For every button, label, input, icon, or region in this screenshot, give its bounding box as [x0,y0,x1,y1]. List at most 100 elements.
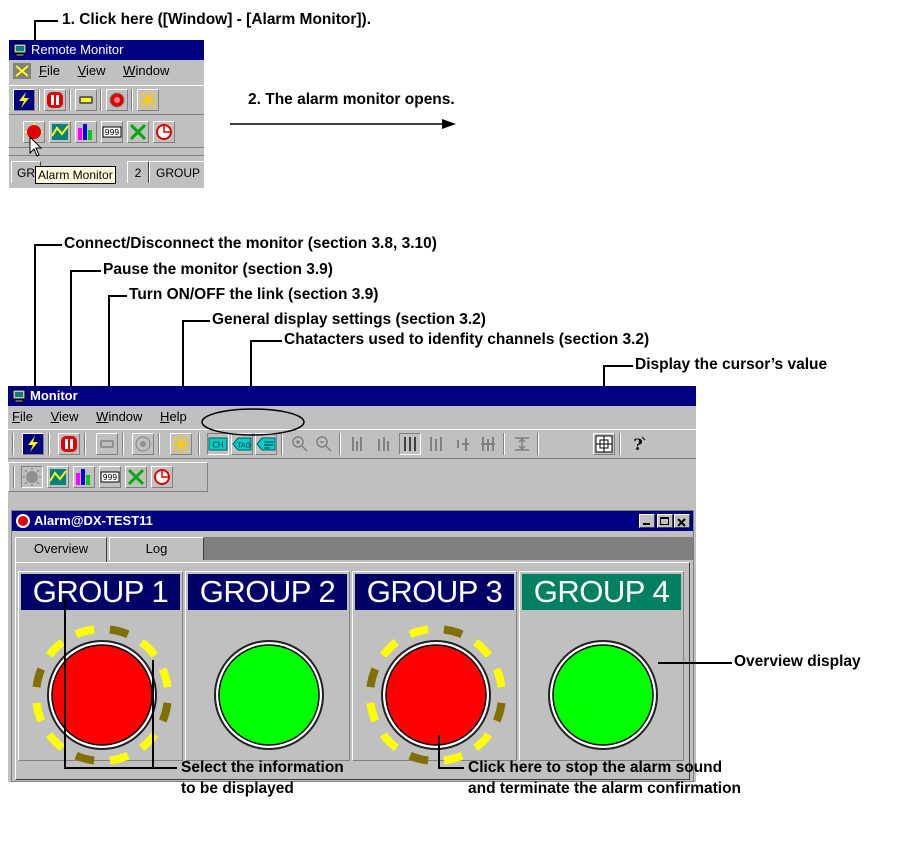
record-button[interactable] [132,433,154,455]
remote-monitor-titlebar: Remote Monitor [9,40,204,60]
trend-window-button[interactable] [47,466,69,488]
trend-icon-5 [457,438,469,451]
menu-file[interactable]: File [39,61,60,81]
sun-icon [172,435,190,453]
tab-overview[interactable]: Overview [15,537,107,562]
trend-icon-2 [378,437,389,451]
pause-button[interactable] [44,89,66,111]
remote-monitor-window: Remote Monitor File View Window 999 GR 2… [9,40,204,188]
toolbar-separator [158,433,160,455]
tab-group-2[interactable]: 2 [127,161,149,183]
trend-button-5[interactable] [451,433,473,455]
normal-lamp-icon[interactable] [528,620,678,770]
leader-line [34,244,62,246]
connect-button[interactable] [22,433,44,455]
alarm-lamp-icon[interactable] [27,620,177,770]
menu-view[interactable]: View [51,407,79,427]
toolbar-separator [84,433,86,455]
leader-line [152,660,154,768]
monitor-titlebar: Monitor [8,386,696,406]
close-button[interactable] [674,514,690,528]
annotation-select-line2: to be displayed [181,780,294,797]
help-icon: ? [633,435,646,454]
menu-file[interactable]: File [12,407,33,427]
maximize-button[interactable] [657,514,673,528]
leader-line [603,365,633,367]
group-cell[interactable]: GROUP 3 [352,571,517,765]
trend-button-6[interactable] [477,433,499,455]
group-cell[interactable]: GROUP 4 [519,571,684,761]
link-button[interactable] [75,89,97,111]
annotation-connect: Connect/Disconnect the monitor (section … [64,235,437,252]
alarm-lamp-icon[interactable] [361,620,511,770]
svg-text:999: 999 [105,128,120,137]
general-settings-button[interactable] [170,433,192,455]
toolbar-grip [13,466,15,488]
annotation-characters: Chatacters used to idenfity channels (se… [284,331,650,348]
alarm-monitor-button[interactable] [21,466,43,488]
circular-icon [154,469,170,485]
trend-button-2[interactable] [373,433,395,455]
toolbar-separator [339,433,341,455]
monitor-menubar: File View Window Help [8,407,696,427]
trend-button-3[interactable] [399,433,421,455]
tab-group-3[interactable]: GROUP [149,161,204,183]
circular-window-button[interactable] [153,121,175,143]
trend-icon [51,124,69,140]
trend-button-1[interactable] [347,433,369,455]
minimize-button[interactable] [639,514,655,528]
trend-window-button[interactable] [49,121,71,143]
bar-icon [76,469,90,485]
computer-icon [12,389,26,403]
overview-window-button[interactable] [125,466,147,488]
overview-window-button[interactable] [127,121,149,143]
annotation-link: Turn ON/OFF the link (section 3.9) [129,286,379,303]
trend-icon-3 [404,437,416,451]
menu-window[interactable]: Window [96,407,142,427]
group-cell[interactable]: GROUP 2 [185,571,350,761]
connect-button[interactable] [13,89,35,111]
cursor-value-button[interactable] [593,433,615,455]
general-settings-button[interactable] [137,89,159,111]
circular-window-button[interactable] [151,466,173,488]
overview-icon [127,468,145,486]
toolbar-separator [503,433,505,455]
toolbar-separator [537,433,539,455]
svg-text:TAG: TAG [236,442,251,450]
alarm-lamp-icon [23,468,41,486]
trend-button-4[interactable] [425,433,447,455]
bar-icon [78,124,92,140]
tab-log[interactable]: Log [109,537,204,560]
record-button[interactable] [106,89,128,111]
link-button[interactable] [96,433,118,455]
menu-view[interactable]: View [78,61,106,81]
bar-window-button[interactable] [75,121,97,143]
tab-strip-dark [204,537,693,560]
annotation-overview-display: Overview display [734,653,861,670]
app-menu-icon[interactable] [13,63,31,79]
monitor-toolbar-1: CH TAG ? [8,429,696,459]
zoom-out-button[interactable] [313,433,335,455]
group-header: GROUP 2 [188,574,347,610]
menu-window[interactable]: Window [123,61,169,81]
toolbar-separator [619,433,621,455]
bar-window-button[interactable] [73,466,95,488]
alarm-window-title: Alarm@DX-TEST11 [34,513,153,528]
mouse-pointer-icon [29,136,43,157]
leader-line [108,295,127,297]
annotation-step1: 1. Click here ([Window] - [Alarm Monitor… [62,11,372,28]
digital-window-button[interactable]: 999 [101,121,123,143]
help-button[interactable]: ? [627,433,649,455]
digital-icon: 999 [100,471,120,483]
leader-line [438,767,464,769]
group-cell[interactable]: GROUP 1 [18,571,183,765]
digital-window-button[interactable]: 999 [99,466,121,488]
menu-help[interactable]: Help [160,407,187,427]
tag-comment-icon [256,437,276,451]
monitor-window: Monitor File View Window Help CH TAG ? 9… [8,386,696,782]
normal-lamp-icon[interactable] [194,620,344,770]
range-icon [515,437,529,451]
range-button[interactable] [511,433,533,455]
circular-icon [156,124,172,140]
pause-button[interactable] [58,433,80,455]
